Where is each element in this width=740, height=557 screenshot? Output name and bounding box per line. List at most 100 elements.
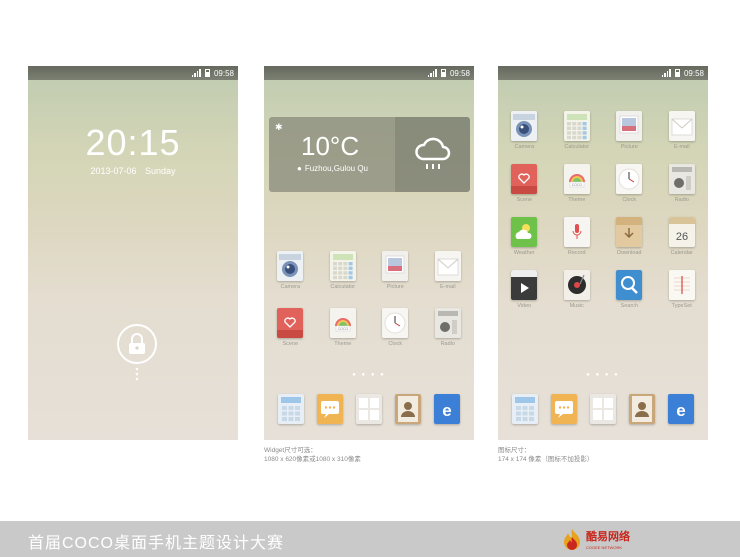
brand-logo: 酷易网络 COOEE NETWORK xyxy=(562,527,630,550)
app-label: Radio xyxy=(440,341,455,347)
app-scene[interactable]: Scene xyxy=(498,164,551,203)
typeset-icon xyxy=(668,270,695,300)
svg-text:e: e xyxy=(442,401,451,420)
weather-location: ● Fuzhou,Gulou Qu xyxy=(297,164,368,173)
phone-icon[interactable] xyxy=(512,394,539,424)
app-label: Scene xyxy=(516,197,533,203)
status-time: 09:58 xyxy=(213,68,234,78)
app-e-mail[interactable]: E-mail xyxy=(656,111,709,150)
contacts-icon[interactable] xyxy=(628,394,655,424)
app-label: Video xyxy=(517,303,532,309)
lock-weekday: Sunday xyxy=(145,166,176,176)
app-picture[interactable]: Picture xyxy=(369,251,422,290)
app-record[interactable]: Record xyxy=(551,217,604,256)
app-label: Clock xyxy=(622,197,637,203)
status-bar: 09:58 xyxy=(498,66,708,80)
app-typeset[interactable]: TypeSet xyxy=(656,270,709,309)
app-camera[interactable]: Camera xyxy=(264,251,317,290)
app-label: Download xyxy=(617,250,642,256)
calculator-icon xyxy=(329,251,356,281)
app-label: E-mail xyxy=(673,144,690,150)
home-app-grid: Camera Calculator Picture E-mail Scene COCO Th… xyxy=(264,251,474,347)
email-icon xyxy=(668,111,695,141)
scene-icon xyxy=(511,164,538,194)
battery-icon xyxy=(204,69,210,77)
app-download[interactable]: Download xyxy=(603,217,656,256)
app-clock[interactable]: Clock xyxy=(369,308,422,347)
calendar-icon: 26 xyxy=(668,217,695,247)
phone-icon[interactable] xyxy=(278,394,305,424)
widget-size-caption: Widget尺寸可选： 1080 x 620像素或1080 x 310像素 xyxy=(264,446,361,464)
gear-icon[interactable]: ✱ xyxy=(275,122,283,133)
all-app-grid: Camera Calculator Picture E-mail Scene COCO Th… xyxy=(498,111,708,309)
svg-text:COCO: COCO xyxy=(338,327,349,331)
lock-date: 2013-07-06 Sunday xyxy=(28,166,238,176)
app-search[interactable]: Search xyxy=(603,270,656,309)
logo-text: 酷易网络 xyxy=(586,531,630,543)
radio-icon xyxy=(434,308,461,338)
scene-icon xyxy=(277,308,304,338)
app-label: E-mail xyxy=(439,284,456,290)
app-video[interactable]: Video xyxy=(498,270,551,309)
battery-icon xyxy=(674,69,680,77)
app-calculator[interactable]: Calculator xyxy=(551,111,604,150)
calculator-icon xyxy=(563,111,590,141)
lock-date-value: 2013-07-06 xyxy=(90,166,137,176)
weather-widget[interactable]: ✱ 10°C ● Fuzhou,Gulou Qu xyxy=(269,117,470,192)
record-icon xyxy=(563,217,590,247)
email-icon xyxy=(434,251,461,281)
app-radio[interactable]: Radio xyxy=(422,308,475,347)
app-label: Clock xyxy=(388,341,403,347)
app-calculator[interactable]: Calculator xyxy=(317,251,370,290)
weather-widget-info: ✱ 10°C ● Fuzhou,Gulou Qu xyxy=(269,117,395,192)
app-theme[interactable]: COCO Theme xyxy=(317,308,370,347)
logo-subtext: COOEE NETWORK xyxy=(586,545,623,550)
app-label: Calculator xyxy=(330,284,356,290)
search-icon xyxy=(616,270,643,300)
app-label: TypeSet xyxy=(671,303,692,309)
messages-icon[interactable] xyxy=(551,394,578,424)
lock-clock: 20:15 xyxy=(85,122,181,163)
music-icon xyxy=(563,270,590,300)
browser-icon[interactable]: e xyxy=(667,394,694,424)
appdrawer-phone: 09:58 Camera Calculator Picture E-mail Scene… xyxy=(498,66,708,440)
battery-icon xyxy=(440,69,446,77)
status-bar: 09:58 xyxy=(28,66,238,80)
status-bar: 09:58 xyxy=(264,66,474,80)
app-music[interactable]: Music xyxy=(551,270,604,309)
widget-caption-line2: 1080 x 620像素或1080 x 310像素 xyxy=(264,456,361,463)
app-weather[interactable]: Weather xyxy=(498,217,551,256)
svg-text:COCO: COCO xyxy=(572,183,583,187)
app-theme[interactable]: COCO Theme xyxy=(551,164,604,203)
clock-icon xyxy=(616,164,643,194)
apps-icon[interactable] xyxy=(355,394,382,424)
picture-icon xyxy=(616,111,643,141)
icon-size-caption: 图标尺寸： 174 x 174 像素（图标不加投影） xyxy=(498,446,593,464)
widget-caption-line1: Widget尺寸可选： xyxy=(264,447,317,454)
app-label: Picture xyxy=(620,144,638,150)
footer: 首届COCO桌面手机主题设计大赛 酷易网络 COOEE NETWORK xyxy=(0,521,740,557)
signal-icon xyxy=(661,69,671,77)
app-picture[interactable]: Picture xyxy=(603,111,656,150)
location-pin-icon: ● xyxy=(297,164,302,173)
app-scene[interactable]: Scene xyxy=(264,308,317,347)
apps-icon[interactable] xyxy=(589,394,616,424)
weather-icon xyxy=(511,217,538,247)
contacts-icon[interactable] xyxy=(394,394,421,424)
swipe-down-arrows-icon: ▾ ▾ ▾ xyxy=(135,367,139,383)
app-e-mail[interactable]: E-mail xyxy=(422,251,475,290)
messages-icon[interactable] xyxy=(317,394,344,424)
page: 09:58 20:15 2013-07-06 Sunday ▾ ▾ ▾ 09:58 … xyxy=(0,0,740,557)
status-time: 09:58 xyxy=(683,68,704,78)
browser-icon[interactable]: e xyxy=(433,394,460,424)
flame-logo-icon xyxy=(564,528,580,550)
app-camera[interactable]: Camera xyxy=(498,111,551,150)
unlock-button[interactable] xyxy=(117,324,157,364)
app-clock[interactable]: Clock xyxy=(603,164,656,203)
app-label: Search xyxy=(620,303,638,309)
svg-text:26: 26 xyxy=(676,231,688,243)
page-indicator: ● ● ● ● xyxy=(586,372,620,378)
app-radio[interactable]: Radio xyxy=(656,164,709,203)
app-calendar[interactable]: 26 Calendar xyxy=(656,217,709,256)
theme-icon: COCO xyxy=(563,164,590,194)
